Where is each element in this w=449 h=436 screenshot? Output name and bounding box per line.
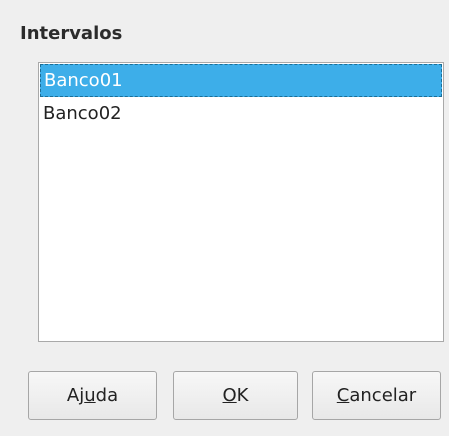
- help-button[interactable]: Ajuda: [28, 371, 157, 420]
- list-item-banco02[interactable]: Banco02: [40, 98, 442, 131]
- ranges-listbox[interactable]: Banco01 Banco02: [38, 62, 444, 342]
- section-title: Intervalos: [20, 23, 123, 44]
- cancel-button[interactable]: Cancelar: [312, 371, 441, 420]
- ok-button-label: OK: [222, 385, 249, 406]
- help-button-label: Ajuda: [66, 385, 119, 406]
- cancel-button-label: Cancelar: [336, 385, 417, 406]
- ok-button[interactable]: OK: [173, 371, 298, 420]
- list-item-banco01[interactable]: Banco01: [40, 64, 442, 97]
